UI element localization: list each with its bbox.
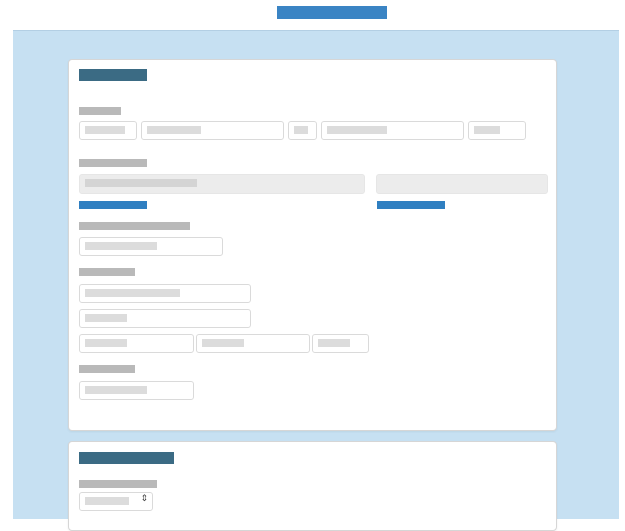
email-label bbox=[79, 159, 147, 167]
city-input[interactable] bbox=[79, 334, 194, 353]
last-name-placeholder bbox=[327, 126, 387, 134]
email-placeholder bbox=[85, 179, 197, 187]
name-prefix-input[interactable] bbox=[79, 121, 137, 140]
second-card: ⇕ bbox=[68, 441, 557, 531]
city-placeholder bbox=[85, 339, 127, 347]
zip-placeholder bbox=[318, 339, 350, 347]
name-suffix-placeholder bbox=[474, 126, 500, 134]
second-card-select[interactable]: ⇕ bbox=[79, 492, 153, 511]
phone-placeholder bbox=[85, 242, 157, 250]
address-label bbox=[79, 268, 135, 276]
middle-initial-placeholder bbox=[294, 126, 308, 134]
name-suffix-input[interactable] bbox=[468, 121, 526, 140]
extra-field-input[interactable] bbox=[79, 381, 194, 400]
top-nav-link[interactable] bbox=[277, 6, 387, 19]
extra-field-label bbox=[79, 365, 135, 373]
phone-label bbox=[79, 222, 190, 230]
middle-initial-input[interactable] bbox=[288, 121, 317, 140]
state-input[interactable] bbox=[196, 334, 310, 353]
email-confirm-link[interactable] bbox=[377, 201, 445, 209]
first-name-input[interactable] bbox=[141, 121, 284, 140]
name-label bbox=[79, 107, 121, 115]
first-name-placeholder bbox=[147, 126, 201, 134]
second-card-field-label bbox=[79, 480, 157, 488]
street-address-placeholder bbox=[85, 289, 180, 297]
zip-input[interactable] bbox=[312, 334, 369, 353]
email-confirm-input[interactable] bbox=[376, 174, 548, 194]
second-card-select-value bbox=[85, 497, 129, 505]
email-link[interactable] bbox=[79, 201, 147, 209]
top-bar bbox=[0, 0, 625, 30]
phone-input[interactable] bbox=[79, 237, 223, 256]
extra-field-placeholder bbox=[85, 386, 147, 394]
address-line2-placeholder bbox=[85, 314, 127, 322]
state-placeholder bbox=[202, 339, 244, 347]
last-name-input[interactable] bbox=[321, 121, 464, 140]
address-line2-input[interactable] bbox=[79, 309, 251, 328]
name-prefix-placeholder bbox=[85, 126, 125, 134]
email-input[interactable] bbox=[79, 174, 365, 194]
street-address-input[interactable] bbox=[79, 284, 251, 303]
form-title bbox=[79, 69, 147, 81]
second-card-title bbox=[79, 452, 174, 464]
up-down-arrow-icon: ⇕ bbox=[140, 494, 148, 504]
form-card bbox=[68, 59, 557, 431]
